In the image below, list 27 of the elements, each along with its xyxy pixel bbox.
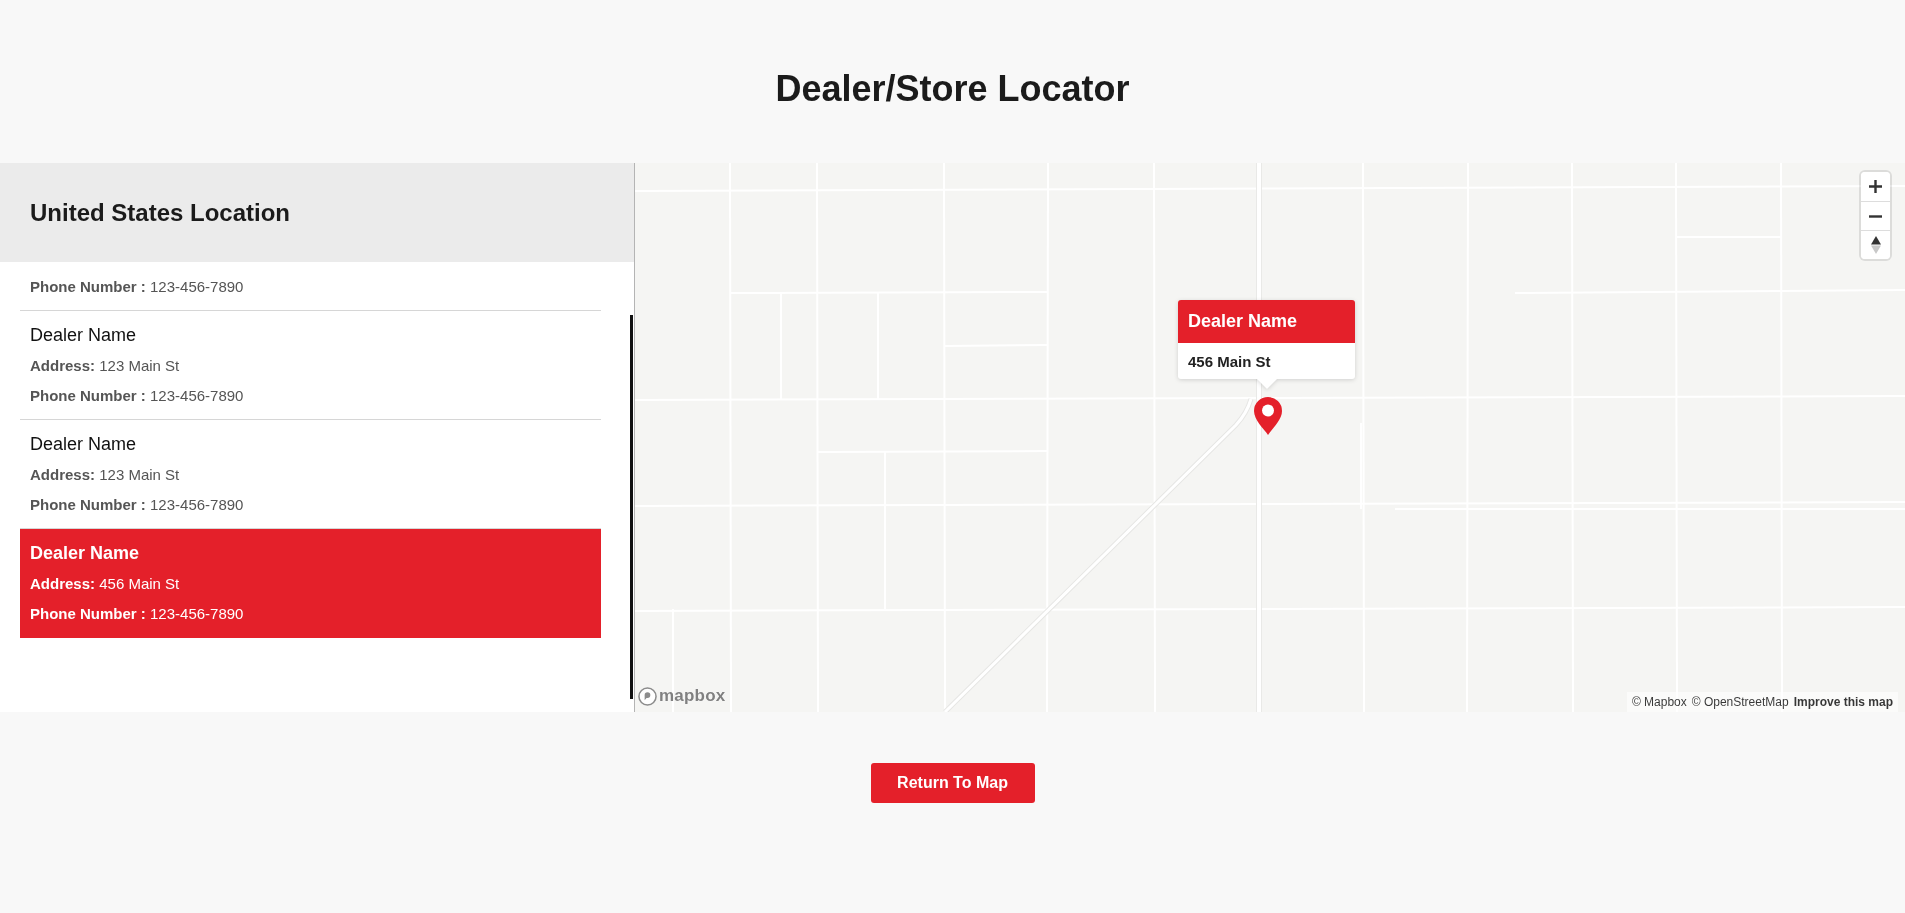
dealer-name: Dealer Name: [30, 433, 138, 456]
plus-icon: [1869, 180, 1882, 193]
dealer-address: Address: 123 Main St: [30, 465, 181, 485]
compass-button[interactable]: [1861, 230, 1890, 259]
return-to-map-button[interactable]: Return To Map: [870, 763, 1035, 803]
dealer-name: Dealer Name: [30, 324, 138, 347]
dealer-phone: Phone Number : 123-456-7890: [30, 386, 245, 406]
dealer-phone: Phone Number : 123-456-7890: [30, 277, 245, 297]
scrollbar-thumb[interactable]: [630, 315, 633, 699]
logo-wordmark[interactable]: mapbox: [659, 686, 726, 706]
compass-icon: [1870, 236, 1881, 254]
circle-logo-icon[interactable]: [638, 686, 657, 706]
popup-title: Dealer Name: [1178, 300, 1355, 343]
attribution-link[interactable]: © Mapbox: [1631, 692, 1687, 712]
dealer-list-item[interactable]: Phone Number : 123-456-7890: [20, 262, 601, 311]
sidebar-title: United States Location: [30, 198, 291, 227]
dealer-name: Dealer Name: [30, 542, 141, 565]
dealer-phone: Phone Number : 123-456-7890: [30, 495, 245, 515]
attribution-link[interactable]: © OpenStreetMap: [1691, 692, 1789, 712]
dealer-address: Address: 123 Main St: [30, 356, 181, 376]
attribution-link[interactable]: Improve this map: [1793, 692, 1893, 712]
dealer-phone: Phone Number : 123-456-7890: [30, 604, 245, 624]
dealer-address: Address: 456 Main St: [30, 574, 181, 594]
page-title: Dealer/Store Locator: [775, 67, 1130, 111]
map-pin-icon[interactable]: [1254, 397, 1282, 435]
dealer-list-item[interactable]: Dealer Name Address: 123 Main St Phone Number : 123-456-7890: [20, 311, 601, 420]
dealer-list-item[interactable]: Dealer Name Address: 456 Main St Phone Number : 123-456-7890: [20, 529, 601, 638]
